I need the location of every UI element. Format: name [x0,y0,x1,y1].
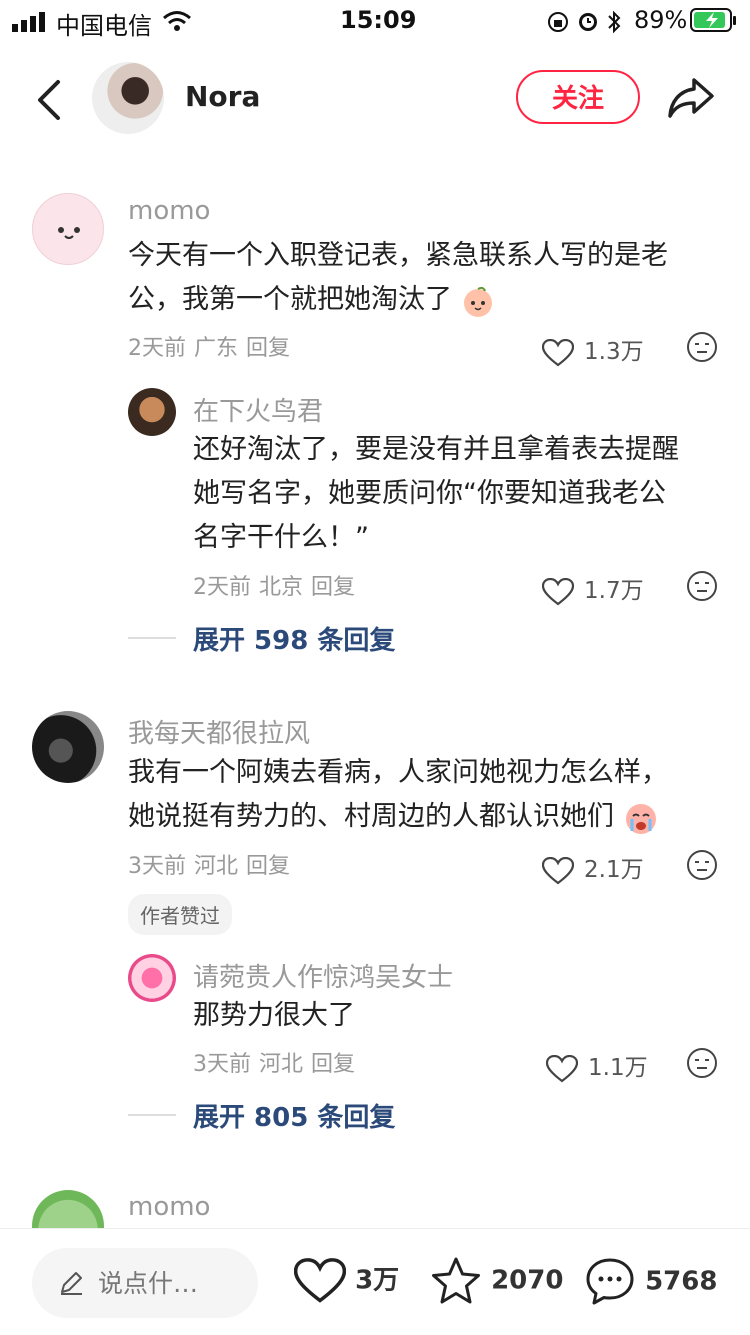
comment-text-span: 她说挺有势力的、村周边的人都认识她们 [128,801,614,832]
share-icon[interactable] [666,74,716,122]
peach-face-emoji-icon [463,286,492,317]
signal-icon [12,12,45,32]
comment-location: 河北 [194,854,239,879]
like-button[interactable]: 1.7万 [541,571,644,606]
comment-text: 我有一个阿姨去看病，人家问她视力怎么样， 她说挺有势力的、村周边的人都认识她们 [128,751,668,839]
dislike-face-icon[interactable] [686,1047,718,1079]
comment-avatar[interactable] [32,711,104,783]
heart-icon [541,856,575,884]
reply-link[interactable]: 回复 [311,575,355,600]
wifi-icon [163,11,191,31]
follow-button[interactable]: 关注 [516,70,640,124]
reply-link[interactable]: 回复 [311,1052,355,1077]
rotation-lock-icon [548,12,568,32]
reply-location: 河北 [259,1052,304,1077]
clock: 15:09 [340,6,417,34]
reply-text-line: 还好淘汰了，要是没有并且拿着表去提醒 [193,434,679,465]
like-count: 2.1万 [584,857,644,883]
reply-meta: 2天前 北京 回复 [193,569,363,601]
status-bar: 中国电信 15:09 89% [0,0,750,44]
comment-username[interactable]: 我每天都很拉风 [128,713,310,750]
cartoon-face-icon [58,227,80,239]
pencil-icon [61,1272,82,1295]
reply-avatar[interactable] [128,954,176,1002]
comment-input[interactable]: 说点什… [32,1248,258,1318]
heart-icon [541,338,575,366]
comment-username[interactable]: momo [128,1192,210,1222]
dislike-face-icon[interactable] [686,570,718,602]
alarm-icon [579,13,597,31]
heart-icon [293,1258,347,1303]
comment-text-line: 公，我第一个就把她淘汰了 [128,278,668,322]
like-count: 1.3万 [584,339,644,365]
reply-text: 那势力很大了 [193,994,355,1038]
comment-text-line: 今天有一个入职登记表，紧急联系人写的是老 [128,240,668,271]
comment-time: 2天前 [128,336,186,361]
author-liked-badge: 作者赞过 [128,894,232,935]
dislike-face-icon[interactable] [686,331,718,363]
author-name[interactable]: Nora [185,80,260,113]
star-icon [432,1257,480,1304]
expand-replies-link[interactable]: 展开 598 条回复 [193,620,395,657]
reply-time: 3天前 [193,1052,251,1077]
comment-text-line: 我有一个阿姨去看病，人家问她视力怎么样， [128,757,668,788]
post-favorite-button[interactable]: 2070 [430,1256,563,1306]
crying-face-emoji-icon [625,803,656,834]
carrier-label: 中国电信 [56,12,152,40]
comment-location: 广东 [194,336,239,361]
reply-time: 2天前 [193,575,251,600]
reply-username[interactable]: 请菀贵人作惊鸿吴女士 [193,957,453,994]
reply-link[interactable]: 回复 [246,854,290,879]
comment-text: 今天有一个入职登记表，紧急联系人写的是老 公，我第一个就把她淘汰了 [128,234,668,322]
comment-meta: 2天前 广东 回复 [128,330,298,362]
like-button[interactable]: 2.1万 [541,850,644,885]
post-comment-count: 5768 [645,1266,718,1297]
comment-text-span: 公，我第一个就把她淘汰了 [128,284,452,315]
battery-percent: 89% [634,6,688,34]
comment-input-placeholder: 说点什… [98,1269,199,1298]
reply-location: 北京 [259,575,304,600]
reply-text-line: 那势力很大了 [193,1000,355,1031]
bluetooth-icon [608,10,621,34]
comment-bubble-icon [586,1258,634,1305]
divider [128,1114,176,1116]
reply-meta: 3天前 河北 回复 [193,1046,363,1078]
post-comment-button[interactable]: 5768 [584,1256,717,1308]
reply-text: 还好淘汰了，要是没有并且拿着表去提醒 她写名字，她要质问你“你要知道我老公 名字… [193,428,679,560]
author-avatar[interactable] [92,62,164,134]
divider [128,637,176,639]
comment-text-line: 她说挺有势力的、村周边的人都认识她们 [128,795,668,839]
heart-icon [545,1054,579,1082]
reply-link[interactable]: 回复 [246,336,290,361]
heart-icon [541,577,575,605]
reply-username[interactable]: 在下火鸟君 [193,391,323,428]
post-like-button[interactable]: 3万 [293,1258,400,1304]
reply-text-line: 她写名字，她要质问你“你要知道我老公 [193,478,666,509]
dislike-face-icon[interactable] [686,849,718,881]
back-arrow-icon[interactable] [34,78,74,122]
like-button[interactable]: 1.1万 [545,1048,648,1083]
like-button[interactable]: 1.3万 [541,332,644,367]
post-like-count: 3万 [355,1265,400,1296]
comment-avatar[interactable] [32,193,104,265]
comment-meta: 3天前 河北 回复 [128,848,298,880]
comment-username[interactable]: momo [128,196,210,226]
like-count: 1.1万 [588,1055,648,1081]
post-favorite-count: 2070 [491,1265,564,1296]
like-count: 1.7万 [584,578,644,604]
battery-icon [690,8,736,32]
reply-text-line: 名字干什么！” [193,522,369,553]
expand-replies-link[interactable]: 展开 805 条回复 [193,1097,395,1134]
reply-avatar[interactable] [128,388,176,436]
comment-time: 3天前 [128,854,186,879]
